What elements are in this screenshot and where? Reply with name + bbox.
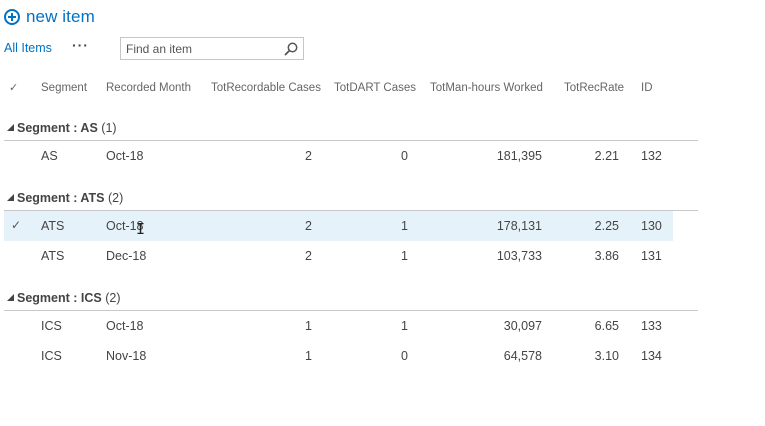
cell-totrecordable-cases: 2 bbox=[305, 149, 312, 163]
column-header-totman-hours-worked[interactable]: TotMan-hours Worked bbox=[430, 82, 543, 94]
search-icon[interactable] bbox=[283, 41, 299, 57]
cell-totrecordable-cases: 2 bbox=[305, 219, 312, 233]
cell-totman-hours-worked: 64,578 bbox=[503, 349, 542, 363]
view-all-items[interactable]: All Items bbox=[4, 41, 52, 55]
cell-recorded-month: Oct-18 bbox=[106, 149, 144, 163]
cell-totdart-cases: 0 bbox=[401, 149, 408, 163]
cell-totrecrate: 3.10 bbox=[594, 349, 619, 363]
new-item-label: new item bbox=[26, 7, 95, 26]
cell-totman-hours-worked: 178,131 bbox=[496, 219, 542, 233]
new-item-button[interactable]: new item bbox=[4, 6, 95, 28]
table-row[interactable]: ICS Nov-18 1 0 64,578 3.10 134 bbox=[4, 341, 673, 371]
group-count: (2) bbox=[108, 191, 124, 205]
table-row-selected[interactable]: ✓ ATS Oct-18 2 1 178,131 2.25 130 bbox=[4, 211, 673, 241]
cell-segment: ICS bbox=[41, 319, 62, 333]
cell-segment: AS bbox=[41, 149, 58, 163]
cell-recorded-month: Nov-18 bbox=[106, 349, 147, 363]
collapse-triangle-icon[interactable] bbox=[7, 293, 14, 301]
table-row[interactable]: AS Oct-18 2 0 181,395 2.21 132 bbox=[4, 141, 673, 171]
cell-totrecrate: 2.21 bbox=[594, 149, 619, 163]
search-input[interactable] bbox=[121, 38, 284, 59]
cell-totrecordable-cases: 1 bbox=[305, 319, 312, 333]
cell-totrecordable-cases: 2 bbox=[305, 249, 312, 263]
column-header-totrecrate[interactable]: TotRecRate bbox=[564, 82, 624, 94]
cell-id: 130 bbox=[641, 219, 662, 233]
column-header-recorded-month[interactable]: Recorded Month bbox=[106, 82, 191, 94]
cell-totrecrate: 2.25 bbox=[594, 219, 619, 233]
table-row[interactable]: ATS Dec-18 2 1 103,733 3.86 131 bbox=[4, 241, 673, 271]
cell-totrecordable-cases: 1 bbox=[305, 349, 312, 363]
cell-id: 132 bbox=[641, 149, 662, 163]
cell-segment: ICS bbox=[41, 349, 62, 363]
cell-totdart-cases: 1 bbox=[401, 249, 408, 263]
group-label: Segment : ICS bbox=[17, 291, 102, 305]
cell-totman-hours-worked: 181,395 bbox=[496, 149, 542, 163]
group-header-ics[interactable]: Segment : ICS (2) bbox=[4, 288, 698, 311]
collapse-triangle-icon[interactable] bbox=[7, 193, 14, 201]
column-header-totrecordable-cases[interactable]: TotRecordable Cases bbox=[211, 82, 321, 94]
group-count: (2) bbox=[105, 291, 121, 305]
cell-totdart-cases: 0 bbox=[401, 349, 408, 363]
text-cursor-icon: I bbox=[136, 220, 146, 238]
more-options-icon[interactable]: ··· bbox=[72, 37, 89, 53]
cell-segment: ATS bbox=[41, 249, 65, 263]
group-label: Segment : ATS bbox=[17, 191, 105, 205]
cell-totdart-cases: 1 bbox=[401, 219, 408, 233]
column-header-segment[interactable]: Segment bbox=[41, 82, 87, 94]
cell-segment: ATS bbox=[41, 219, 65, 233]
group-header-as[interactable]: Segment : AS (1) bbox=[4, 118, 698, 141]
select-all-checkbox[interactable]: ✓ bbox=[9, 81, 18, 94]
cell-id: 133 bbox=[641, 319, 662, 333]
cell-totman-hours-worked: 103,733 bbox=[496, 249, 542, 263]
group-label: Segment : AS bbox=[17, 121, 98, 135]
column-header-totdart-cases[interactable]: TotDART Cases bbox=[334, 82, 416, 94]
column-header-id[interactable]: ID bbox=[641, 82, 653, 94]
cell-totdart-cases: 1 bbox=[401, 319, 408, 333]
cell-totman-hours-worked: 30,097 bbox=[503, 319, 542, 333]
group-header-ats[interactable]: Segment : ATS (2) bbox=[4, 188, 698, 211]
cell-totrecrate: 3.86 bbox=[594, 249, 619, 263]
row-checkmark-icon[interactable]: ✓ bbox=[11, 218, 21, 232]
cell-id: 134 bbox=[641, 349, 662, 363]
table-row[interactable]: ICS Oct-18 1 1 30,097 6.65 133 bbox=[4, 311, 673, 341]
search-box bbox=[120, 37, 304, 60]
cell-totrecrate: 6.65 bbox=[594, 319, 619, 333]
cell-recorded-month: Oct-18 bbox=[106, 319, 144, 333]
add-circle-icon bbox=[4, 9, 20, 25]
cell-recorded-month: Dec-18 bbox=[106, 249, 147, 263]
group-count: (1) bbox=[101, 121, 117, 135]
cell-id: 131 bbox=[641, 249, 662, 263]
collapse-triangle-icon[interactable] bbox=[7, 123, 14, 131]
view-switcher: All Items ··· bbox=[4, 37, 89, 56]
